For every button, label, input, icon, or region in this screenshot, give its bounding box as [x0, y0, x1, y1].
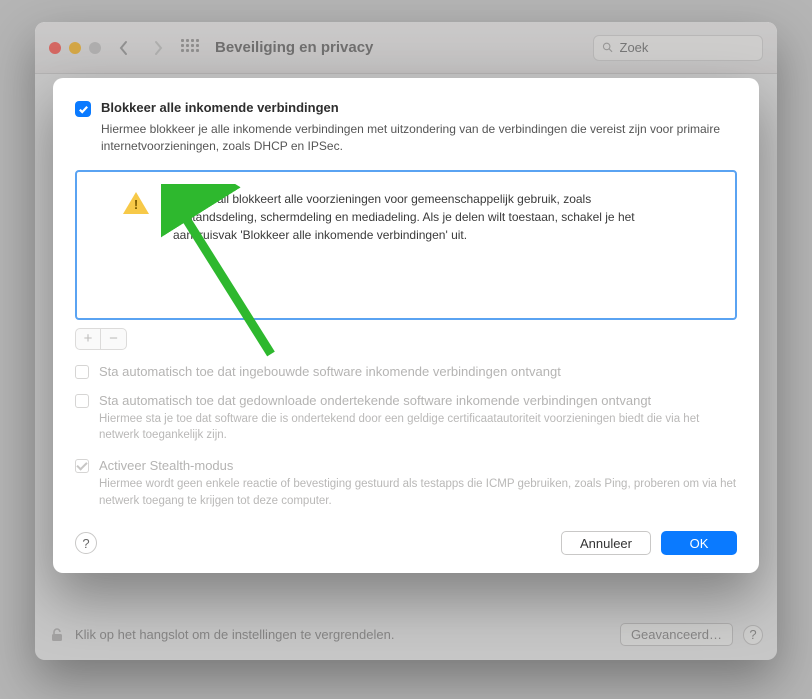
- builtin-checkbox: [75, 365, 89, 379]
- info-box: De firewall blokkeert alle voorzieningen…: [75, 170, 737, 320]
- block-all-checkbox[interactable]: [75, 101, 91, 117]
- block-all-description: Hiermee blokkeer je alle inkomende verbi…: [75, 121, 737, 156]
- builtin-label: Sta automatisch toe dat ingebouwde softw…: [99, 364, 561, 379]
- info-text: De firewall blokkeert alle voorzieningen…: [173, 190, 673, 244]
- remove-button: −: [101, 328, 127, 350]
- stealth-description: Hiermee wordt geen enkele reactie of bev…: [75, 476, 737, 509]
- help-button[interactable]: ?: [75, 532, 97, 554]
- stealth-label: Activeer Stealth-modus: [99, 458, 233, 473]
- signed-description: Hiermee sta je toe dat software die is o…: [75, 411, 737, 444]
- stealth-checkbox: [75, 459, 89, 473]
- add-button: +: [75, 328, 101, 350]
- modal-overlay: Blokkeer alle inkomende verbindingen Hie…: [35, 22, 777, 660]
- cancel-button[interactable]: Annuleer: [561, 531, 651, 555]
- preferences-window: Beveiliging en privacy Klik op het hangs…: [35, 22, 777, 660]
- add-remove-buttons: + −: [75, 328, 737, 350]
- ok-button[interactable]: OK: [661, 531, 737, 555]
- signed-checkbox: [75, 394, 89, 408]
- signed-label: Sta automatisch toe dat gedownloade onde…: [99, 393, 651, 408]
- firewall-options-sheet: Blokkeer alle inkomende verbindingen Hie…: [53, 78, 759, 573]
- block-all-label: Blokkeer alle inkomende verbindingen: [101, 100, 339, 115]
